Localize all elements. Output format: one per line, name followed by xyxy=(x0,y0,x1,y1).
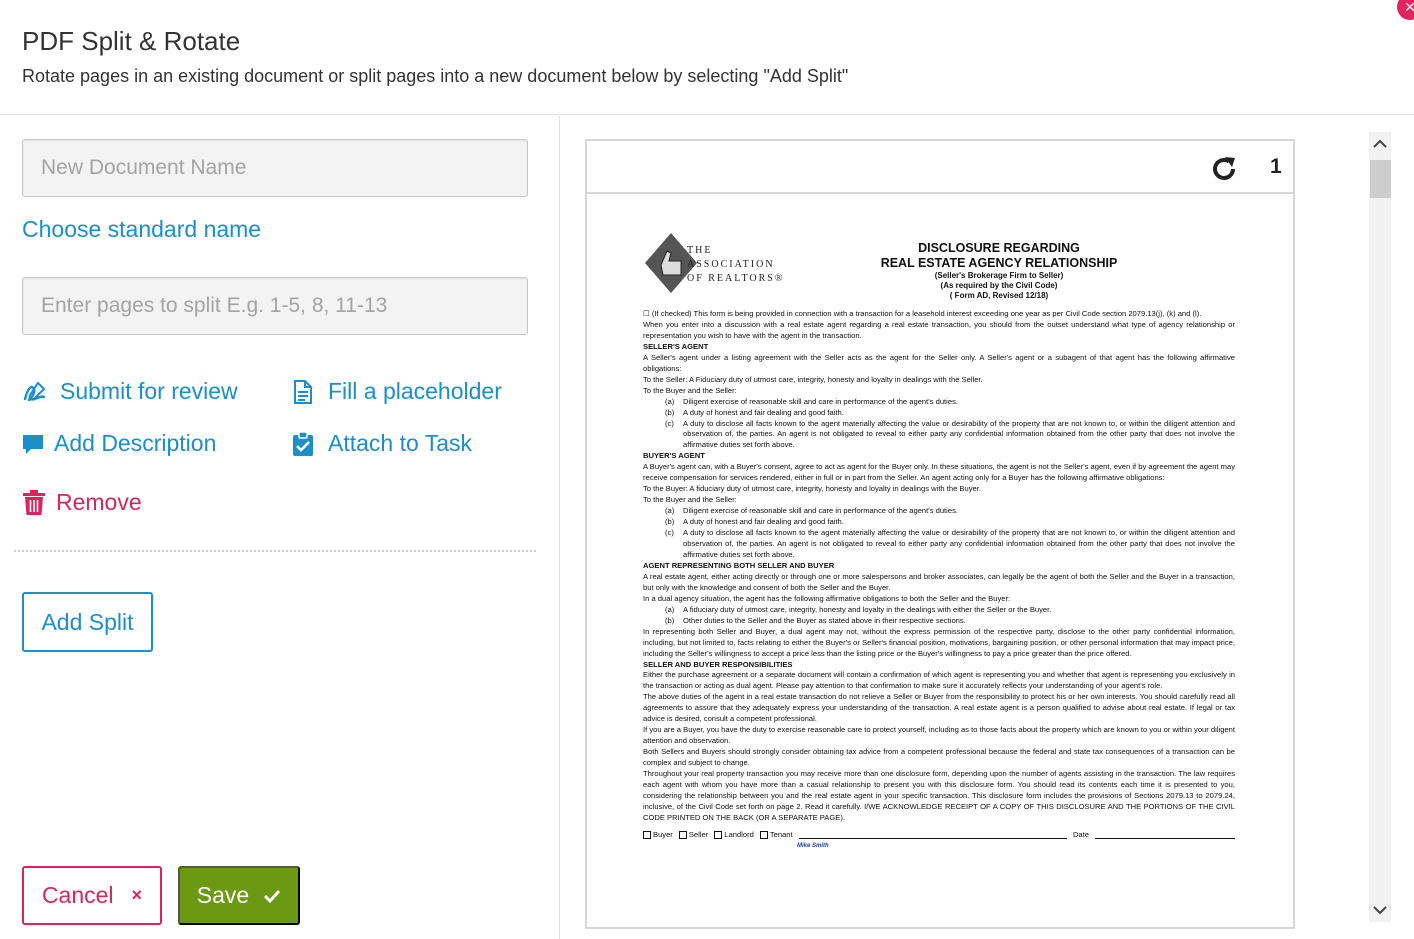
clipboard-check-icon xyxy=(293,430,313,456)
submit-for-review-action[interactable]: Submit for review xyxy=(22,378,238,405)
doc-subtitle-3: ( Form AD, Revised 12/18) xyxy=(949,291,1049,300)
add-split-button[interactable]: Add Split xyxy=(22,592,153,652)
sig-option: Seller xyxy=(678,830,708,841)
sig-date-label: Date xyxy=(1072,829,1089,839)
doc-section-heading: SELLER AND BUYER RESPONSIBILITIES xyxy=(643,659,793,669)
page-title: PDF Split & Rotate xyxy=(22,26,241,56)
checkmark-icon xyxy=(264,889,281,903)
doc-paragraph: To the Buyer and the Seller: xyxy=(643,385,737,395)
doc-paragraph: The above duties of the agent in a real … xyxy=(643,692,1235,724)
doc-list-item: (b) A duty of honest and fair dealing and… xyxy=(665,407,844,417)
fill-placeholder-label: Fill a placeholder xyxy=(328,378,502,404)
doc-paragraph: In a dual agency situation, the agent ha… xyxy=(643,593,1011,603)
trash-icon xyxy=(23,489,45,515)
doc-paragraph: Both Sellers and Buyers should strongly … xyxy=(643,747,1235,768)
page-toolbar: 1 xyxy=(587,141,1293,194)
signature-line: Buyer Seller Landlord Tenant Date xyxy=(643,830,1235,841)
remove-action[interactable]: Remove xyxy=(22,489,142,516)
submit-for-review-label: Submit for review xyxy=(60,378,238,404)
logo-line-3: OF REALTORS® xyxy=(687,273,784,284)
doc-section-heading: AGENT REPRESENTING BOTH SELLER AND BUYER xyxy=(643,560,835,570)
doc-list-item: (a) Diligent exercise of reasonable skill… xyxy=(665,396,958,406)
sig-option: Tenant xyxy=(759,830,793,841)
doc-title-2: REAL ESTATE AGENCY RELATIONSHIP xyxy=(880,256,1118,270)
save-button[interactable]: Save xyxy=(178,866,300,925)
pages-to-split-input[interactable] xyxy=(22,277,528,335)
sig-option: Landlord xyxy=(714,830,754,841)
doc-paragraph: If you are a Buyer, you have the duty to… xyxy=(643,725,1235,746)
remove-label: Remove xyxy=(56,489,142,515)
doc-list-item: (b) Other duties to the Seller and the Bu… xyxy=(665,615,966,625)
page-number: 1 xyxy=(1270,155,1282,178)
doc-paragraph: To the Seller: A Fiduciary duty of utmos… xyxy=(643,374,983,384)
doc-paragraph: ☐ (If checked) This form is being provid… xyxy=(643,309,1202,318)
close-icon[interactable]: ✕ xyxy=(1397,0,1414,20)
scroll-track[interactable] xyxy=(1369,132,1391,922)
doc-list-item: (a) Diligent exercise of reasonable skill… xyxy=(665,506,958,516)
pdf-preview-panel: 1 THE ASSOCIATION OF REALTORS® DISCLOSUR… xyxy=(561,116,1414,939)
doc-paragraph: To the Buyer and the Seller: xyxy=(643,495,737,505)
doc-list-item: (c) A duty to disclose all facts known to… xyxy=(665,418,1235,450)
pdf-viewer[interactable]: 1 THE ASSOCIATION OF REALTORS® DISCLOSUR… xyxy=(585,139,1295,929)
doc-subtitle-1: (Seller's Brokerage Firm to Seller) xyxy=(934,271,1064,280)
document-icon xyxy=(294,379,312,404)
choose-standard-name-link[interactable]: Choose standard name xyxy=(22,216,261,243)
doc-title-1: DISCLOSURE REGARDING xyxy=(918,241,1080,255)
logo-line-2: ASSOCIATION xyxy=(687,259,775,270)
doc-paragraph: In representing both Seller and Buyer, a… xyxy=(643,626,1235,658)
attach-to-task-label: Attach to Task xyxy=(328,430,473,456)
close-icon: × xyxy=(131,885,143,905)
doc-list-item: (b) A duty of honest and fair dealing and… xyxy=(665,517,844,527)
scroll-thumb[interactable] xyxy=(1370,160,1391,198)
doc-paragraph: A Seller's agent under a listing agreeme… xyxy=(643,352,1235,373)
dialog-header: PDF Split & Rotate Rotate pages in an ex… xyxy=(0,0,1414,115)
attach-to-task-action[interactable]: Attach to Task xyxy=(290,430,472,457)
doc-paragraph: A Buyer's agent can, with a Buyer's cons… xyxy=(643,462,1235,483)
save-label: Save xyxy=(196,882,250,908)
divider xyxy=(14,550,536,552)
doc-paragraph: When you enter into a discussion with a … xyxy=(643,319,1235,340)
doc-paragraph: A real estate agent, either acting direc… xyxy=(643,571,1235,592)
add-description-action[interactable]: Add Description xyxy=(22,430,216,457)
doc-list-item: (a) A fiduciary duty of utmost care, inte… xyxy=(665,604,1052,614)
signer-name: Mike Smith xyxy=(797,842,829,849)
doc-list-item: (c) A duty to disclose all facts known to… xyxy=(665,528,1235,559)
chevron-down-icon[interactable] xyxy=(1369,898,1391,922)
cancel-label: Cancel xyxy=(41,882,114,908)
doc-section-heading: SELLER'S AGENT xyxy=(643,341,709,351)
fill-placeholder-action[interactable]: Fill a placeholder xyxy=(290,378,502,405)
split-form-panel: Choose standard name Submit for review F… xyxy=(0,116,560,939)
document-heading: DISCLOSURE REGARDING REAL ESTATE AGENCY … xyxy=(849,241,1149,301)
doc-section-heading: BUYER'S AGENT xyxy=(643,451,705,461)
document-name-input[interactable] xyxy=(22,139,528,197)
rotate-clockwise-icon[interactable] xyxy=(1211,155,1239,183)
scrollbar[interactable] xyxy=(1369,132,1391,922)
sig-option: Buyer xyxy=(643,830,673,841)
doc-paragraph: To the Buyer: A fiduciary duty of utmost… xyxy=(643,484,981,494)
comment-icon xyxy=(23,434,43,454)
cancel-button[interactable]: Cancel × xyxy=(22,866,162,925)
doc-paragraph: Throughout your real property transactio… xyxy=(643,769,1235,822)
signature-icon xyxy=(23,380,46,401)
association-logo: THE ASSOCIATION OF REALTORS® xyxy=(645,233,784,293)
logo-line-1: THE xyxy=(687,245,712,256)
doc-subtitle-2: (As required by the Civil Code) xyxy=(940,281,1058,290)
page-subtitle: Rotate pages in an existing document or … xyxy=(22,66,849,86)
document-body: ☐ (If checked) This form is being provid… xyxy=(643,309,1235,852)
doc-paragraph: Either the purchase agreement or a separ… xyxy=(643,670,1235,691)
chevron-up-icon[interactable] xyxy=(1369,132,1391,156)
add-description-label: Add Description xyxy=(54,430,217,456)
